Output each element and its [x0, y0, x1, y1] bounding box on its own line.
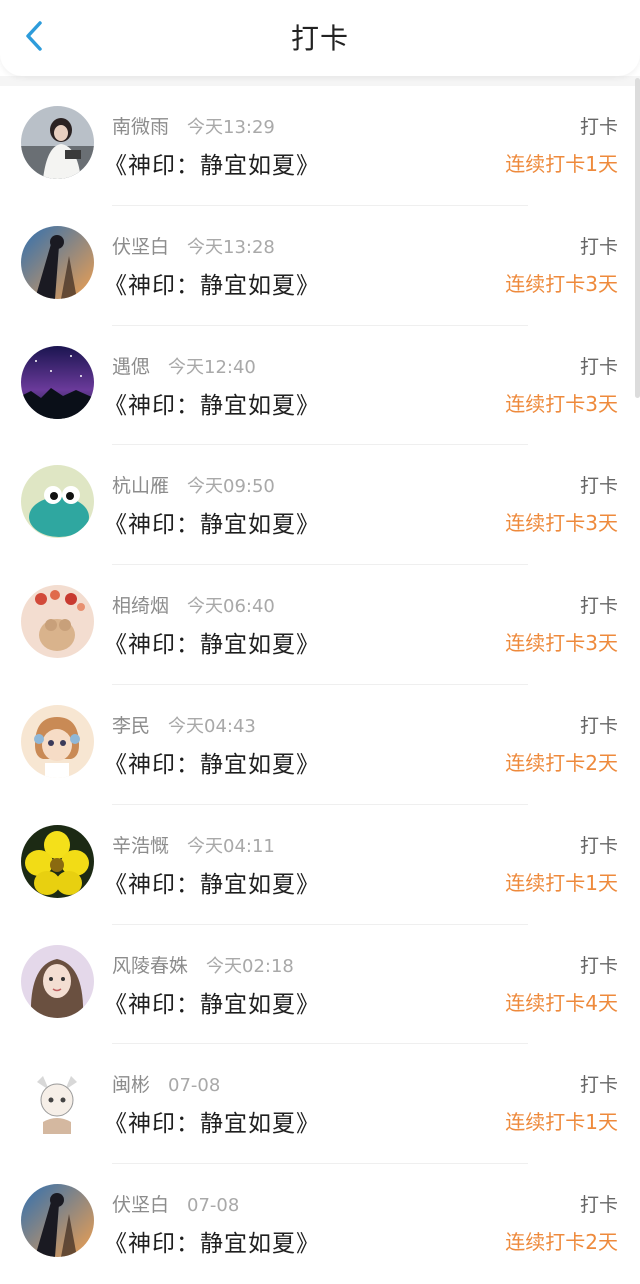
book-title[interactable]: 《神印：静宜如夏》: [104, 1224, 320, 1258]
checkin-time: 今天13:28: [187, 236, 275, 258]
list-item[interactable]: 伏坚白 07-08 《神印：静宜如夏》 打卡 连续打卡2天: [0, 1164, 640, 1284]
list-item[interactable]: 伏坚白 今天13:28 《神印：静宜如夏》 打卡 连续打卡3天: [0, 206, 640, 326]
user-name[interactable]: 风陵春姝: [112, 955, 188, 977]
user-info: 相绮烟 今天06:40: [112, 591, 275, 618]
book-title[interactable]: 《神印：静宜如夏》: [104, 865, 320, 899]
book-title[interactable]: 《神印：静宜如夏》: [104, 625, 320, 659]
book-title[interactable]: 《神印：静宜如夏》: [104, 386, 320, 420]
user-avatar[interactable]: [21, 106, 94, 179]
book-title[interactable]: 《神印：静宜如夏》: [104, 745, 320, 779]
checkin-label: 打卡: [579, 834, 618, 857]
streak-badge: 连续打卡3天: [505, 631, 618, 656]
checkin-label: 打卡: [579, 595, 618, 618]
checkin-list: 南微雨 今天13:29 《神印：静宜如夏》 打卡 连续打卡1天 伏坚白 今天13:2…: [0, 86, 640, 1284]
streak-badge: 连续打卡2天: [505, 1230, 618, 1255]
user-avatar[interactable]: [21, 585, 94, 659]
list-item[interactable]: 李民 今天04:43 《神印：静宜如夏》 打卡 连续打卡2天: [0, 685, 640, 805]
user-avatar[interactable]: [21, 345, 94, 419]
streak-badge: 连续打卡1天: [505, 870, 618, 895]
user-avatar[interactable]: [21, 944, 94, 1018]
checkin-time: 今天13:29: [187, 117, 275, 138]
top-nav-bar: 打卡: [0, 0, 640, 76]
book-title[interactable]: 《神印：静宜如夏》: [104, 985, 320, 1019]
checkin-time: 07-08: [168, 1075, 221, 1097]
user-info: 李民 今天04:43: [112, 711, 256, 738]
user-name[interactable]: 遇偲: [112, 356, 150, 378]
streak-badge: 连续打卡3天: [505, 391, 618, 416]
user-info: 杭山雁 今天09:50: [112, 471, 275, 498]
streak-badge: 连续打卡3天: [505, 271, 618, 296]
streak-badge: 连续打卡1天: [505, 1110, 618, 1135]
streak-badge: 连续打卡1天: [505, 152, 618, 176]
book-title[interactable]: 《神印：静宜如夏》: [104, 266, 320, 300]
user-name[interactable]: 李民: [112, 715, 150, 737]
checkin-label: 打卡: [579, 355, 618, 378]
user-avatar[interactable]: [21, 1184, 94, 1258]
list-item[interactable]: 杭山雁 今天09:50 《神印：静宜如夏》 打卡 连续打卡3天: [0, 445, 640, 566]
checkin-time: 今天04:11: [187, 835, 275, 857]
checkin-label: 打卡: [579, 954, 618, 977]
checkin-label: 打卡: [579, 116, 618, 138]
streak-badge: 连续打卡4天: [505, 990, 618, 1015]
streak-badge: 连续打卡2天: [505, 750, 618, 775]
user-avatar[interactable]: [21, 704, 94, 778]
user-name[interactable]: 闽彬: [112, 1074, 150, 1096]
user-name[interactable]: 辛浩慨: [112, 835, 169, 857]
checkin-time: 07-08: [187, 1195, 240, 1217]
checkin-time: 今天09:50: [187, 476, 275, 498]
checkin-label: 打卡: [579, 475, 618, 498]
user-info: 辛浩慨 今天04:11: [112, 831, 275, 858]
user-name[interactable]: 伏坚白: [112, 236, 169, 258]
page-title: 打卡: [290, 22, 349, 55]
list-item[interactable]: 闽彬 07-08 《神印：静宜如夏》 打卡 连续打卡1天: [0, 1044, 640, 1165]
user-info: 伏坚白 今天13:28: [112, 232, 275, 259]
book-title[interactable]: 《神印：静宜如夏》: [104, 505, 320, 539]
checkin-time: 今天12:40: [168, 356, 256, 378]
checkin-time: 今天06:40: [187, 596, 275, 618]
list-item[interactable]: 遇偲 今天12:40 《神印：静宜如夏》 打卡 连续打卡3天: [0, 326, 640, 446]
user-info: 南微雨 今天13:29: [112, 112, 275, 139]
checkin-time: 今天04:43: [168, 715, 256, 737]
list-item[interactable]: 辛浩慨 今天04:11 《神印：静宜如夏》 打卡 连续打卡1天: [0, 805, 640, 925]
header-gap: [0, 76, 640, 86]
book-title[interactable]: 《神印：静宜如夏》: [104, 1104, 320, 1138]
user-name[interactable]: 伏坚白: [112, 1194, 169, 1216]
user-avatar[interactable]: [21, 465, 94, 539]
user-name[interactable]: 南微雨: [112, 116, 169, 138]
user-info: 风陵春姝 今天02:18: [112, 951, 294, 978]
user-info: 遇偲 今天12:40: [112, 352, 256, 379]
checkin-label: 打卡: [579, 1074, 618, 1097]
checkin-label: 打卡: [579, 235, 618, 258]
user-info: 伏坚白 07-08: [112, 1190, 239, 1217]
user-name[interactable]: 相绮烟: [112, 595, 169, 617]
user-avatar[interactable]: [21, 1064, 94, 1138]
list-item[interactable]: 南微雨 今天13:29 《神印：静宜如夏》 打卡 连续打卡1天: [0, 86, 640, 206]
checkin-label: 打卡: [579, 1194, 618, 1217]
list-item[interactable]: 相绮烟 今天06:40 《神印：静宜如夏》 打卡 连续打卡3天: [0, 565, 640, 685]
scrollbar[interactable]: [635, 78, 640, 398]
user-name[interactable]: 杭山雁: [112, 475, 169, 497]
user-avatar[interactable]: [21, 824, 94, 898]
checkin-label: 打卡: [579, 714, 618, 737]
book-title[interactable]: 《神印：静宜如夏》: [104, 146, 320, 180]
streak-badge: 连续打卡3天: [505, 511, 618, 536]
list-item[interactable]: 风陵春姝 今天02:18 《神印：静宜如夏》 打卡 连续打卡4天: [0, 925, 640, 1045]
user-info: 闽彬 07-08: [112, 1070, 220, 1097]
user-avatar[interactable]: [21, 225, 94, 299]
checkin-time: 今天02:18: [206, 955, 294, 977]
